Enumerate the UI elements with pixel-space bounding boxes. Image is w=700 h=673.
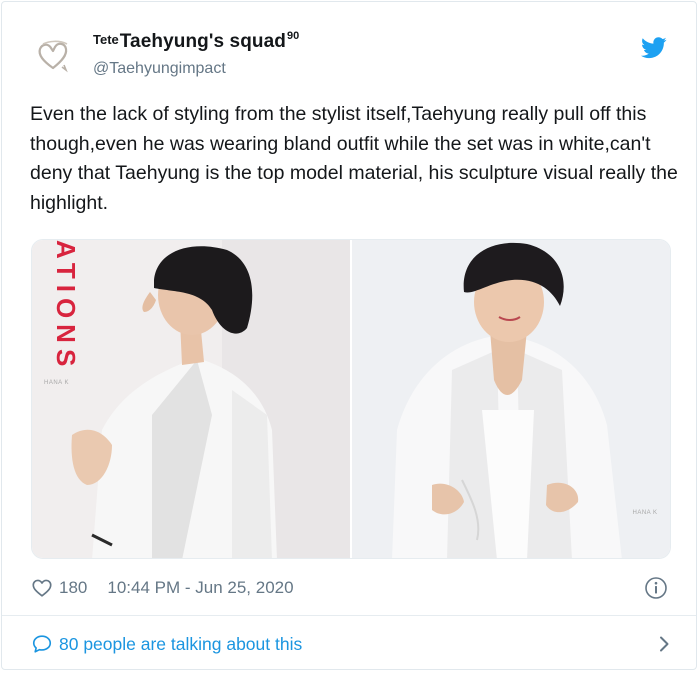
watermark-right: HANA K [632, 510, 658, 516]
chevron-right-icon [660, 636, 669, 652]
info-icon[interactable] [644, 576, 668, 600]
display-name-main: Taehyung's squad [119, 31, 287, 52]
watermark-left: HANA K [44, 380, 70, 386]
avatar-heart-doodle [30, 33, 76, 79]
tweet-text: Even the lack of styling from the stylis… [30, 103, 678, 214]
twitter-bird-icon[interactable] [641, 37, 667, 59]
tweet-media: ATIONS HANA K HANA K [31, 239, 671, 559]
photo-right-illustration [352, 240, 670, 558]
conversation-link[interactable]: 80 people are talking about this [31, 629, 676, 659]
display-name-superscript: 90 [287, 30, 300, 42]
tweet-timestamp[interactable]: 10:44 PM - Jun 25, 2020 [107, 578, 293, 598]
display-name[interactable]: Tete Taehyung's squad 90 [93, 30, 300, 53]
user-handle[interactable]: @Taehyungimpact [93, 60, 226, 78]
tweet-meta: 180 10:44 PM - Jun 25, 2020 [31, 573, 671, 603]
tweet-card: Tete Taehyung's squad 90 @Taehyungimpact… [1, 1, 697, 670]
heart-icon[interactable] [31, 577, 53, 599]
comment-bubble-icon [32, 635, 52, 653]
magazine-overlay-text: ATIONS [51, 240, 81, 373]
like-count: 180 [59, 578, 88, 597]
tweet-header: Tete Taehyung's squad 90 @Taehyungimpact [2, 2, 696, 92]
photo-left[interactable]: ATIONS HANA K [32, 240, 350, 558]
display-name-prefix: Tete [93, 32, 119, 47]
conversation-label: 80 people are talking about this [59, 633, 303, 654]
avatar[interactable] [29, 32, 77, 80]
photo-right[interactable]: HANA K [352, 240, 670, 558]
footer-divider [2, 615, 696, 616]
